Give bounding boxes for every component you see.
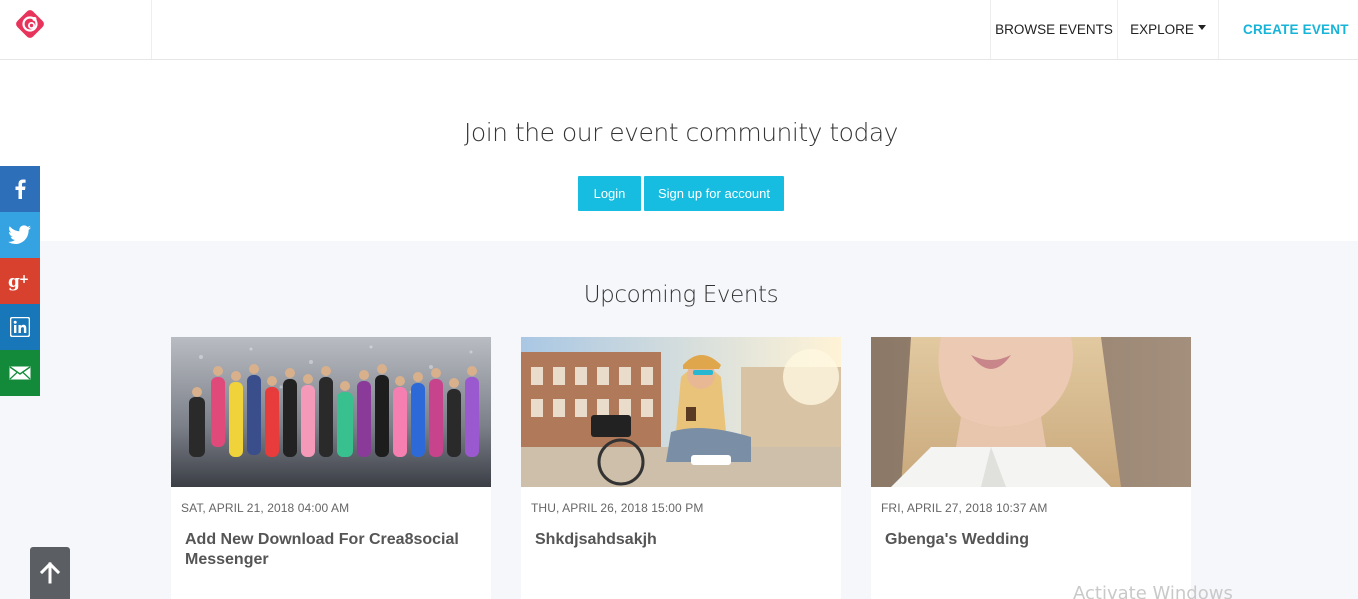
email-icon — [9, 366, 31, 380]
top-navbar: BROWSE EVENTS EXPLORE CREATE EVENT — [0, 0, 1358, 60]
facebook-icon — [15, 179, 26, 199]
linkedin-share-button[interactable] — [0, 304, 40, 350]
logo-container[interactable] — [0, 0, 152, 59]
nav-create-label: CREATE EVENT — [1243, 22, 1349, 37]
signup-button[interactable]: Sign up for account — [644, 176, 784, 211]
event-date: FRI, APRIL 27, 2018 10:37 AM — [881, 501, 1048, 515]
facebook-share-button[interactable] — [0, 166, 40, 212]
google-plus-share-button[interactable]: g + — [0, 258, 40, 304]
event-title[interactable]: Gbenga's Wedding — [885, 530, 1175, 550]
nav-browse-events[interactable]: BROWSE EVENTS — [990, 0, 1117, 59]
arrow-up-icon — [39, 562, 61, 584]
google-plus-icon: g + — [8, 272, 29, 291]
caret-down-icon — [1197, 25, 1206, 30]
event-card[interactable]: SAT, APRIL 21, 2018 04:00 AM Add New Dow… — [171, 337, 491, 599]
social-share-sidebar: g + — [0, 166, 40, 396]
upcoming-events-section: Upcoming Events SAT, APRIL 21, 2018 04:0… — [0, 241, 1358, 599]
windows-activation-watermark: Activate Windows — [1073, 583, 1233, 599]
email-share-button[interactable] — [0, 350, 40, 396]
event-title[interactable]: Add New Download For Crea8social Messeng… — [185, 530, 475, 570]
logo-icon[interactable] — [14, 9, 46, 39]
login-button[interactable]: Login — [578, 176, 641, 211]
event-card[interactable]: FRI, APRIL 27, 2018 10:37 AM Gbenga's We… — [871, 337, 1191, 599]
event-image[interactable] — [871, 337, 1191, 487]
event-image[interactable] — [521, 337, 841, 487]
event-card[interactable]: THU, APRIL 26, 2018 15:00 PM Shkdjsahdsa… — [521, 337, 841, 599]
event-title[interactable]: Shkdjsahdsakjh — [535, 530, 825, 550]
event-date: THU, APRIL 26, 2018 15:00 PM — [531, 501, 704, 515]
nav-browse-label: BROWSE EVENTS — [995, 22, 1113, 37]
main-nav: BROWSE EVENTS EXPLORE CREATE EVENT — [990, 0, 1358, 59]
event-image[interactable] — [171, 337, 491, 487]
linkedin-icon — [10, 317, 30, 337]
nav-create-event[interactable]: CREATE EVENT — [1218, 0, 1358, 59]
twitter-share-button[interactable] — [0, 212, 40, 258]
page: BROWSE EVENTS EXPLORE CREATE EVENT Join … — [0, 0, 1358, 599]
scroll-to-top-button[interactable] — [30, 547, 70, 599]
upcoming-events-title: Upcoming Events — [583, 282, 779, 308]
svg-text:+: + — [19, 272, 29, 286]
hero-title: Join the our event community today — [464, 118, 898, 147]
nav-explore-dropdown[interactable]: EXPLORE — [1117, 0, 1218, 59]
event-date: SAT, APRIL 21, 2018 04:00 AM — [181, 501, 350, 515]
twitter-icon — [8, 225, 31, 244]
nav-explore-label: EXPLORE — [1130, 22, 1194, 37]
